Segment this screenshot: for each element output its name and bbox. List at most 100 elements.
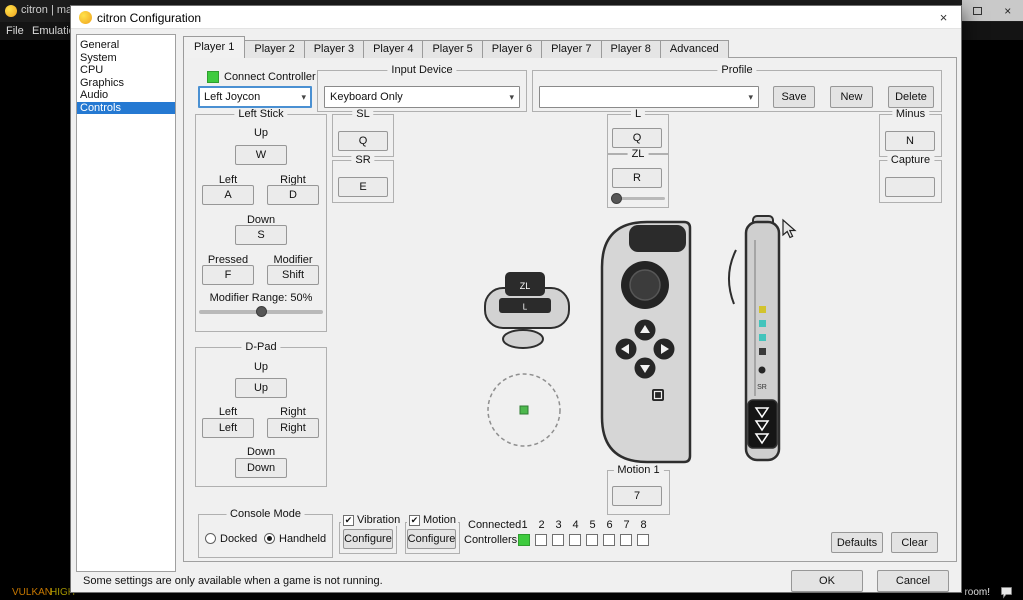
tab-advanced[interactable]: Advanced: [660, 40, 729, 58]
dpad-left-key[interactable]: Left: [202, 418, 254, 438]
handheld-label: Handheld: [279, 533, 326, 545]
controller-number: 4: [567, 519, 584, 531]
cancel-button[interactable]: Cancel: [877, 570, 949, 592]
tab-player-7[interactable]: Player 7: [541, 40, 601, 58]
sr-rail-icon: SR: [757, 384, 767, 391]
modifier-range-slider-handle[interactable]: [256, 306, 267, 317]
motion-checkbox-row: ✔ Motion: [407, 514, 458, 526]
controller-6-checkbox[interactable]: [603, 534, 615, 546]
dpad-right-key[interactable]: Right: [267, 418, 319, 438]
input-device-select[interactable]: Keyboard Only ▾: [324, 86, 520, 108]
clear-button[interactable]: Clear: [891, 532, 938, 553]
handheld-radio[interactable]: [264, 533, 275, 544]
ok-button[interactable]: OK: [791, 570, 863, 592]
dialog-close-button[interactable]: ×: [929, 7, 958, 28]
left-stick-down-key[interactable]: S: [235, 225, 287, 245]
controller-number: 2: [533, 519, 550, 531]
tab-player-6[interactable]: Player 6: [482, 40, 542, 58]
l-key[interactable]: Q: [612, 128, 662, 148]
left-stick-right-key[interactable]: D: [267, 185, 319, 205]
zl-threshold-slider[interactable]: [611, 197, 665, 200]
connected-controllers-row: [518, 534, 649, 546]
zl-threshold-slider-handle[interactable]: [611, 193, 622, 204]
sidebar-item-controls[interactable]: Controls: [77, 102, 175, 115]
player1-tab-panel: Connect Controller Left Joycon ▾ Input D…: [183, 57, 957, 562]
dpad-up-key[interactable]: Up: [235, 378, 287, 398]
sidebar-item-general[interactable]: General: [77, 39, 175, 52]
dpad-down-key[interactable]: Down: [235, 458, 287, 478]
sidebar-item-graphics[interactable]: Graphics: [77, 77, 175, 90]
zl-title: ZL: [628, 148, 649, 160]
tab-player-3[interactable]: Player 3: [304, 40, 364, 58]
minus-key[interactable]: N: [885, 131, 935, 151]
dialog-titlebar[interactable]: citron Configuration ×: [71, 6, 961, 29]
controller-3-checkbox[interactable]: [552, 534, 564, 546]
connect-controller-checkbox[interactable]: [207, 71, 219, 83]
defaults-button[interactable]: Defaults: [831, 532, 883, 553]
tab-player-8[interactable]: Player 8: [601, 40, 661, 58]
left-joycon-side-view: SR: [729, 216, 779, 460]
citron-logo-icon: [79, 11, 92, 24]
motion-checkbox[interactable]: ✔: [409, 515, 420, 526]
sidebar-item-audio[interactable]: Audio: [77, 89, 175, 102]
app-title: citron | ma: [21, 4, 72, 16]
left-stick-up-key[interactable]: W: [235, 145, 287, 165]
l-button-icon: L: [523, 303, 528, 312]
controller-number: 5: [584, 519, 601, 531]
console-mode-title: Console Mode: [226, 508, 305, 520]
left-joycon-front-view: [602, 222, 690, 462]
settings-category-list: General System CPU Graphics Audio Contro…: [76, 34, 176, 572]
close-window-button[interactable]: ×: [993, 0, 1023, 21]
new-button[interactable]: New: [830, 86, 873, 108]
sl-key[interactable]: Q: [338, 131, 388, 151]
status-vulkan: VULKAN: [12, 587, 52, 598]
dpad-title: D-Pad: [241, 341, 280, 353]
citron-logo-icon: [5, 5, 17, 17]
tab-player-4[interactable]: Player 4: [363, 40, 423, 58]
menu-file[interactable]: File: [6, 25, 24, 37]
modifier-range-slider[interactable]: [199, 310, 323, 314]
controller-8-checkbox[interactable]: [637, 534, 649, 546]
left-stick-left-key[interactable]: A: [202, 185, 254, 205]
sidebar-item-cpu[interactable]: CPU: [77, 64, 175, 77]
controllers-label: Controllers: [464, 534, 517, 546]
controller-4-checkbox[interactable]: [569, 534, 581, 546]
delete-button[interactable]: Delete: [888, 86, 934, 108]
docked-radio[interactable]: [205, 533, 216, 544]
tab-player-5[interactable]: Player 5: [422, 40, 482, 58]
profile-select[interactable]: ▾: [539, 86, 759, 108]
motion-configure-button[interactable]: Configure: [407, 529, 456, 549]
modifier-range-label: Modifier Range: 50%: [195, 292, 327, 304]
tab-player-1[interactable]: Player 1: [183, 36, 245, 58]
sr-title: SR: [351, 154, 374, 166]
controller-5-checkbox[interactable]: [586, 534, 598, 546]
window-controls: ×: [962, 0, 1023, 21]
status-room: room!: [964, 587, 990, 598]
save-button[interactable]: Save: [773, 86, 815, 108]
vibration-label: Vibration: [357, 514, 400, 526]
sr-key[interactable]: E: [338, 177, 388, 197]
motion1-key[interactable]: 7: [612, 486, 662, 506]
controller-7-checkbox[interactable]: [620, 534, 632, 546]
controller-2-checkbox[interactable]: [535, 534, 547, 546]
dialog-title: citron Configuration: [97, 11, 201, 25]
chevron-down-icon: ▾: [298, 92, 306, 103]
maximize-icon: [973, 7, 982, 15]
sidebar-item-system[interactable]: System: [77, 52, 175, 65]
vibration-checkbox[interactable]: ✔: [343, 515, 354, 526]
controller-type-select[interactable]: Left Joycon ▾: [198, 86, 312, 108]
vibration-configure-button[interactable]: Configure: [343, 529, 393, 549]
left-joycon-top-view: ZL L: [485, 272, 569, 348]
controller-1-checkbox[interactable]: [518, 534, 530, 546]
dpad-up-label: Up: [195, 361, 327, 373]
left-stick-pressed-key[interactable]: F: [202, 265, 254, 285]
controller-numbers: 1 2 3 4 5 6 7 8: [516, 519, 652, 531]
zl-key[interactable]: R: [612, 168, 662, 188]
capture-key[interactable]: [885, 177, 935, 197]
maximize-button[interactable]: [962, 0, 993, 21]
chevron-down-icon: ▾: [745, 92, 753, 103]
tab-player-2[interactable]: Player 2: [244, 40, 304, 58]
left-stick-modifier-key[interactable]: Shift: [267, 265, 319, 285]
dpad-left-label: Left: [202, 406, 254, 418]
chat-icon[interactable]: [1000, 586, 1013, 600]
